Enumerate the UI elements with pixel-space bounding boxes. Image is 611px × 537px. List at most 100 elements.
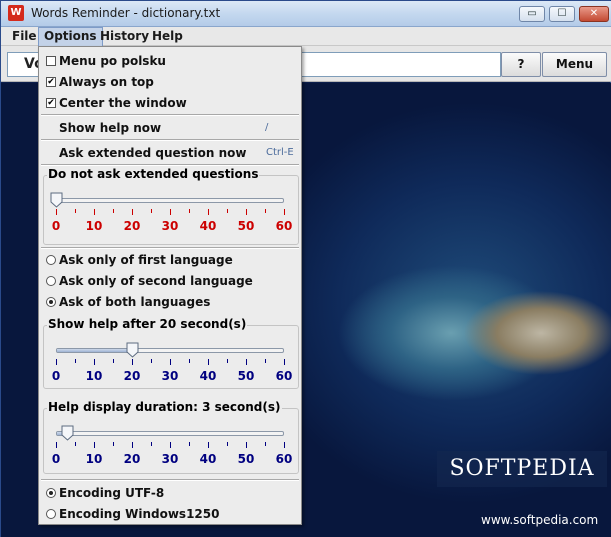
slider-tick [94, 359, 95, 365]
slider-tick [170, 442, 171, 448]
slider-tick [56, 359, 57, 365]
slider-tick [208, 359, 209, 365]
title-bar[interactable]: W Words Reminder - dictionary.txt ▭ ☐ ✕ [1, 1, 611, 27]
slider-tick-label: 20 [123, 452, 141, 466]
menu-button[interactable]: Menu [542, 52, 607, 77]
menu-po-polsku-label: Menu po polsku [59, 54, 166, 68]
slider-tick [208, 209, 209, 215]
radio-both-languages[interactable] [46, 297, 56, 307]
always-on-top-checkbox[interactable]: ✔ [46, 77, 56, 87]
slider-tick [75, 359, 76, 363]
slider-tick [113, 209, 114, 213]
radio-encoding-utf8[interactable] [46, 488, 56, 498]
radio-encoding-win1250-label: Encoding Windows1250 [59, 507, 220, 521]
slider-fill [57, 349, 133, 352]
extended-questions-title: Do not ask extended questions [47, 167, 260, 181]
always-on-top-label: Always on top [59, 75, 154, 89]
help-duration-slider-group: Help display duration: 3 second(s) 0 10 20… [43, 400, 300, 474]
show-help-now-label: Show help now [59, 121, 162, 135]
slider-tick [94, 209, 95, 215]
slider-tick [284, 209, 285, 215]
help-button[interactable]: ? [501, 52, 541, 77]
window-title: Words Reminder - dictionary.txt [31, 6, 221, 20]
radio-encoding-win1250[interactable] [46, 509, 56, 519]
slider-tick [94, 442, 95, 448]
radio-first-language-label: Ask only of first language [59, 253, 233, 267]
slider-thumb[interactable] [50, 192, 63, 208]
slider-tick-label: 50 [237, 369, 255, 383]
slider-tick-label: 20 [123, 369, 141, 383]
slider-tick-label: 10 [85, 219, 103, 233]
slider-tick-label: 40 [199, 369, 217, 383]
extended-questions-slider-group: Do not ask extended questions 0 10 20 30 40 5… [43, 167, 300, 245]
slider-tick [113, 359, 114, 363]
slider-tick [56, 209, 57, 215]
slider-thumb[interactable] [61, 425, 74, 441]
slider-tick [170, 209, 171, 215]
slider-tick-label: 30 [161, 219, 179, 233]
radio-second-language[interactable] [46, 276, 56, 286]
radio-encoding-utf8-label: Encoding UTF-8 [59, 486, 165, 500]
slider-tick-label: 20 [123, 219, 141, 233]
slider-tick [189, 359, 190, 363]
slider-tick-label: 40 [199, 452, 217, 466]
slider-tick [265, 359, 266, 363]
slider-tick [75, 442, 76, 446]
slider-ticks [44, 359, 300, 367]
menu-history[interactable]: History [95, 27, 154, 46]
slider-tick-label: 0 [51, 452, 61, 466]
slider-tick [208, 442, 209, 448]
close-button[interactable]: ✕ [579, 6, 609, 22]
separator [41, 164, 299, 166]
menu-file[interactable]: File [7, 27, 42, 46]
show-help-after-title: Show help after 20 second(s) [47, 317, 248, 331]
slider-track[interactable] [56, 431, 284, 436]
slider-tick [132, 442, 133, 448]
minimize-button[interactable]: ▭ [519, 6, 545, 22]
radio-first-language[interactable] [46, 255, 56, 265]
slider-tick-label: 50 [237, 452, 255, 466]
slider-track[interactable] [56, 348, 284, 353]
slider-tick [113, 442, 114, 446]
slider-tick [56, 442, 57, 448]
slider-tick-label: 40 [199, 219, 217, 233]
slider-tick [151, 442, 152, 446]
slider-tick [170, 359, 171, 365]
slider-tick-label: 0 [51, 369, 61, 383]
slider-tick [265, 442, 266, 446]
slider-tick-label: 30 [161, 452, 179, 466]
slider-tick [246, 209, 247, 215]
slider-tick [151, 359, 152, 363]
slider-tick [246, 442, 247, 448]
slider-tick [151, 209, 152, 213]
slider-tick [227, 209, 228, 213]
menu-options[interactable]: Options [38, 27, 103, 46]
menu-help[interactable]: Help [147, 27, 188, 46]
slider-tick [227, 442, 228, 446]
radio-both-languages-label: Ask of both languages [59, 295, 211, 309]
app-window: W Words Reminder - dictionary.txt ▭ ☐ ✕ … [0, 0, 611, 537]
slider-tick [265, 209, 266, 213]
maximize-button[interactable]: ☐ [549, 6, 575, 22]
options-dropdown: Menu po polsku ✔ Always on top ✔ Center … [38, 46, 302, 525]
slider-tick-label: 10 [85, 452, 103, 466]
slider-tick [189, 442, 190, 446]
slider-tick [75, 209, 76, 213]
slider-tick [189, 209, 190, 213]
slider-thumb[interactable] [126, 342, 139, 358]
slider-tick-label: 10 [85, 369, 103, 383]
separator [41, 479, 299, 481]
center-window-checkbox[interactable]: ✔ [46, 98, 56, 108]
slider-tick [284, 359, 285, 365]
watermark-logo: SOFTPEDIA [437, 451, 607, 487]
slider-ticks [44, 209, 300, 217]
slider-tick [246, 359, 247, 365]
slider-tick-label: 60 [275, 219, 293, 233]
menu-po-polsku-checkbox[interactable] [46, 56, 56, 66]
show-help-now-accel: / [265, 122, 269, 133]
app-icon[interactable]: W [8, 5, 24, 21]
center-window-label: Center the window [59, 96, 187, 110]
ask-extended-accel: Ctrl-E [266, 147, 294, 158]
slider-track[interactable] [56, 198, 284, 203]
slider-ticks [44, 442, 300, 450]
